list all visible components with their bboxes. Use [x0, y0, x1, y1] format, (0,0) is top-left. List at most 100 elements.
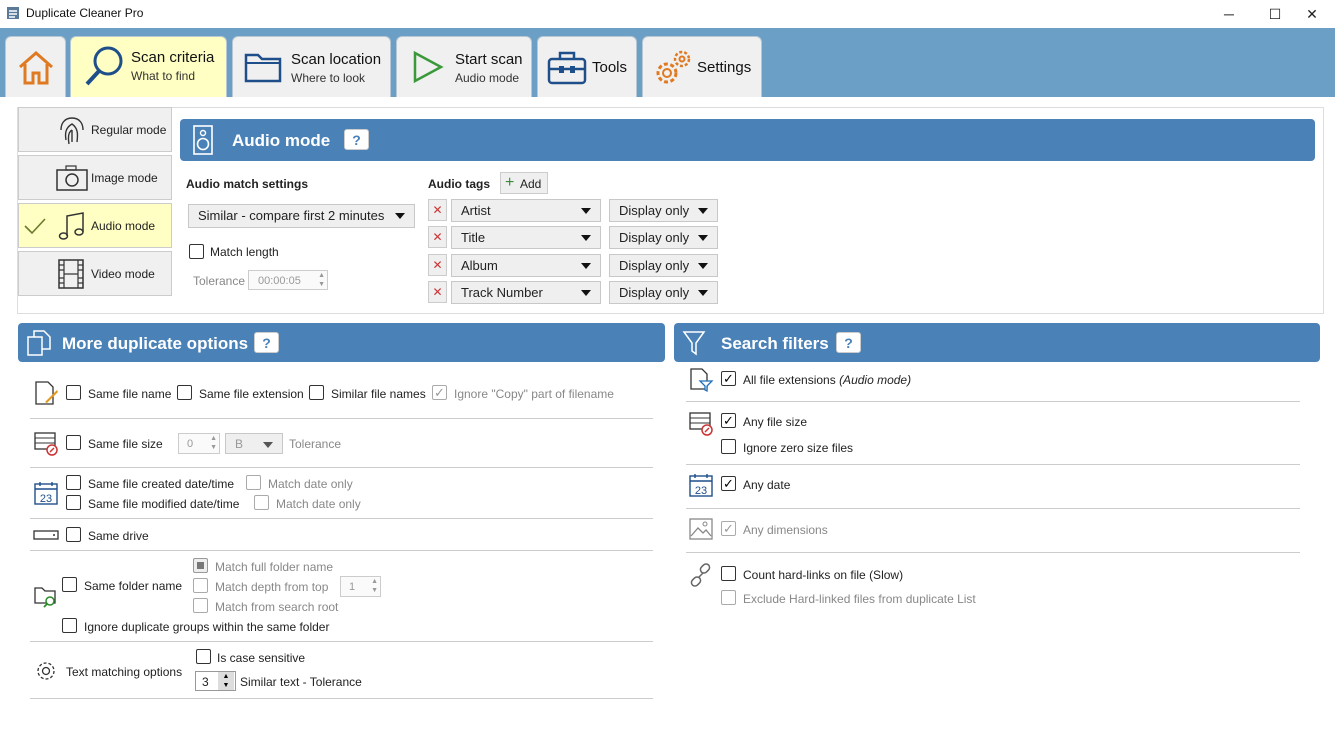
- tag-display-dropdown[interactable]: Display only: [609, 199, 718, 222]
- tab-scan-location[interactable]: Scan location Where to look: [232, 36, 391, 98]
- music-note-icon: [58, 212, 84, 240]
- match-depth-radio[interactable]: [193, 578, 208, 593]
- tag-dropdown[interactable]: Track Number: [451, 281, 601, 304]
- spinner-arrows-icon: ▲ ▼: [210, 435, 217, 451]
- magnifier-icon: [85, 46, 123, 86]
- tab-scan-location-label: Scan location: [291, 51, 382, 68]
- divider: [686, 552, 1300, 553]
- search-filters-help-button[interactable]: ?: [836, 332, 861, 353]
- any-date-checkbox[interactable]: ✓: [721, 476, 736, 491]
- tag-display-dropdown[interactable]: Display only: [609, 254, 718, 277]
- add-tag-label: Add: [520, 177, 542, 191]
- image-icon: [689, 518, 713, 540]
- file-size-icon: [34, 432, 58, 456]
- any-date-label: Any date: [743, 478, 791, 492]
- audio-tags-label: Audio tags: [428, 177, 490, 191]
- similar-file-names-checkbox[interactable]: [309, 385, 324, 400]
- ignore-groups-checkbox[interactable]: [62, 618, 77, 633]
- tag-value: Artist: [461, 203, 491, 218]
- similar-text-label: Similar text - Tolerance: [240, 675, 362, 689]
- tab-start-scan[interactable]: Start scan Audio mode: [396, 36, 532, 98]
- tag-display-value: Display only: [619, 203, 690, 218]
- exclude-hardlinks-checkbox[interactable]: [721, 590, 736, 605]
- any-file-size-label: Any file size: [743, 415, 808, 429]
- regular-mode-button[interactable]: Regular mode: [18, 107, 172, 152]
- same-file-name-checkbox[interactable]: [66, 385, 81, 400]
- size-spinner[interactable]: 0 ▲ ▼: [178, 433, 220, 454]
- audio-help-button[interactable]: ?: [344, 129, 369, 150]
- same-drive-checkbox[interactable]: [66, 527, 81, 542]
- size-unit-value: B: [235, 437, 244, 451]
- image-mode-label: Image mode: [91, 171, 158, 185]
- all-extensions-text: All file extensions: [743, 373, 836, 387]
- match-date-only-label: Match date only: [276, 497, 361, 511]
- case-sensitive-checkbox[interactable]: [196, 649, 211, 664]
- ignore-copy-label: Ignore "Copy" part of filename: [454, 387, 614, 401]
- any-file-size-checkbox[interactable]: ✓: [721, 413, 736, 428]
- video-mode-label: Video mode: [91, 267, 155, 281]
- settings-gear-icon: [37, 662, 55, 680]
- window-title: Duplicate Cleaner Pro: [26, 6, 144, 20]
- close-button[interactable]: ✕: [1289, 0, 1335, 28]
- tab-tools[interactable]: Tools: [537, 36, 637, 98]
- size-unit-dropdown[interactable]: B: [225, 433, 283, 454]
- tag-dropdown[interactable]: Artist: [451, 199, 601, 222]
- audio-mode-header: Audio mode ?: [180, 119, 1315, 161]
- tab-scan-location-sub: Where to look: [291, 71, 366, 85]
- match-search-root-radio[interactable]: [193, 598, 208, 613]
- ignore-zero-size-label: Ignore zero size files: [743, 441, 854, 455]
- tab-scan-criteria[interactable]: Scan criteria What to find: [70, 36, 227, 98]
- tag-dropdown[interactable]: Title: [451, 226, 601, 249]
- divider: [30, 518, 653, 519]
- tolerance-spinner[interactable]: 00:00:05 ▲ ▼: [248, 270, 328, 290]
- tab-tools-label: Tools: [592, 59, 628, 76]
- audio-mode-button[interactable]: Audio mode: [18, 203, 172, 248]
- count-hardlinks-checkbox[interactable]: [721, 566, 736, 581]
- remove-tag-button[interactable]: ✕: [428, 199, 447, 221]
- remove-tag-button[interactable]: ✕: [428, 254, 447, 276]
- same-modified-checkbox[interactable]: [66, 495, 81, 510]
- depth-spinner[interactable]: 1 ▲ ▼: [340, 576, 381, 597]
- ignore-copy-checkbox[interactable]: ✓: [432, 385, 447, 400]
- audio-match-settings-label: Audio match settings: [186, 177, 309, 191]
- tag-display-dropdown[interactable]: Display only: [609, 281, 718, 304]
- match-depth-label: Match depth from top: [215, 580, 329, 594]
- tab-settings[interactable]: Settings: [642, 36, 762, 98]
- tag-value: Album: [461, 258, 498, 273]
- video-mode-button[interactable]: Video mode: [18, 251, 172, 296]
- tab-scan-criteria-label: Scan criteria: [131, 49, 215, 66]
- more-options-title: More duplicate options: [62, 334, 249, 353]
- similar-tolerance-spinner[interactable]: 3 ▲ ▼: [195, 671, 236, 691]
- same-file-size-checkbox[interactable]: [66, 435, 81, 450]
- ignore-zero-size-checkbox[interactable]: [721, 439, 736, 454]
- audio-match-dropdown[interactable]: Similar - compare first 2 minutes: [188, 204, 415, 228]
- same-created-checkbox[interactable]: [66, 475, 81, 490]
- all-extensions-checkbox[interactable]: ✓: [721, 371, 736, 386]
- divider: [30, 467, 653, 468]
- add-tag-button[interactable]: + Add: [500, 172, 548, 194]
- size-value: 0: [187, 438, 194, 450]
- divider: [686, 401, 1300, 402]
- image-mode-button[interactable]: Image mode: [18, 155, 172, 200]
- match-date-only-checkbox[interactable]: [246, 475, 261, 490]
- exclude-hardlinks-label: Exclude Hard-linked files from duplicate…: [743, 592, 976, 606]
- tab-start-scan-sub: Audio mode: [455, 71, 520, 85]
- tab-home[interactable]: [5, 36, 66, 98]
- tag-display-dropdown[interactable]: Display only: [609, 226, 718, 249]
- tag-dropdown[interactable]: Album: [451, 254, 601, 277]
- match-length-checkbox[interactable]: [189, 244, 204, 259]
- tab-scan-criteria-sub: What to find: [131, 69, 196, 83]
- same-folder-name-checkbox[interactable]: [62, 577, 77, 592]
- same-file-extension-checkbox[interactable]: [177, 385, 192, 400]
- audio-match-value: Similar - compare first 2 minutes: [198, 208, 385, 223]
- minimize-button[interactable]: ─: [1206, 0, 1252, 28]
- edit-file-icon: [35, 381, 58, 405]
- match-full-folder-label: Match full folder name: [215, 560, 334, 574]
- match-full-folder-radio[interactable]: [193, 558, 208, 573]
- more-options-help-button[interactable]: ?: [254, 332, 279, 353]
- remove-tag-button[interactable]: ✕: [428, 226, 447, 248]
- match-date-only-checkbox[interactable]: [254, 495, 269, 510]
- remove-tag-button[interactable]: ✕: [428, 281, 447, 303]
- title-bar: Duplicate Cleaner Pro ─ ☐ ✕: [0, 0, 1335, 28]
- any-dimensions-checkbox[interactable]: ✓: [721, 521, 736, 536]
